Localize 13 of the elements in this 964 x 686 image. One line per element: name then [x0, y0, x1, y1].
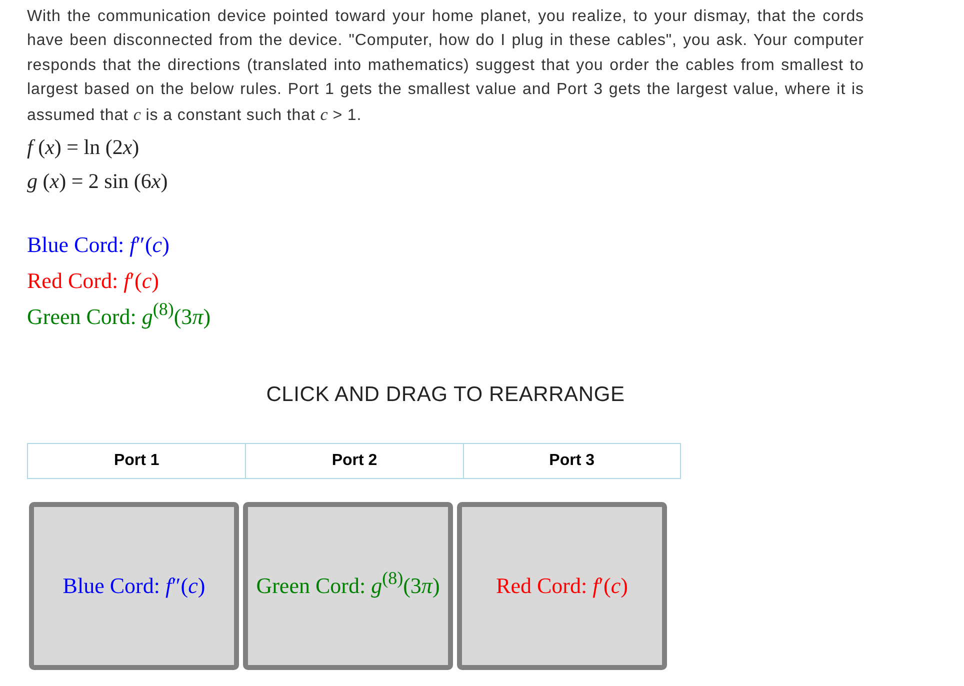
cord-card[interactable]: Red Cord: f′(c)	[457, 502, 667, 670]
port-header: Port 1	[112, 450, 160, 471]
port-header: Port 3	[462, 444, 680, 478]
port-header: Port 2	[245, 444, 463, 478]
cord-label: Blue Cord: f″(c)	[27, 231, 170, 260]
instruction-text: CLICK AND DRAG TO REARRANGE	[266, 382, 625, 408]
problem-paragraph: With the communication device pointed toward your home planet, you realize, to your dismay, that the cords have been disconnected from the device. "Computer, how do I plug in these cables", you ask. Your computer responds that the directions (translated into mathematics) suggest that you order the cables from smallest to largest based on the below rules. Port 1 gets the smallest value and Port 3 gets the largest value, where it is assumed that c is a constant such that c > 1.	[27, 7, 864, 126]
cord-label: Red Cord: f′(c)	[27, 267, 159, 296]
function-definition: g (x) = 2 sin (6x)	[27, 168, 168, 196]
function-definition: f (x) = ln (2x)	[27, 134, 140, 162]
cord-card[interactable]: Blue Cord: f″(c)	[29, 502, 239, 670]
cord-card[interactable]: Green Cord: g$^{(8)}$(3π)	[243, 502, 453, 670]
cord-label: Green Cord: g$^{(8)}$(3π)	[27, 303, 211, 332]
